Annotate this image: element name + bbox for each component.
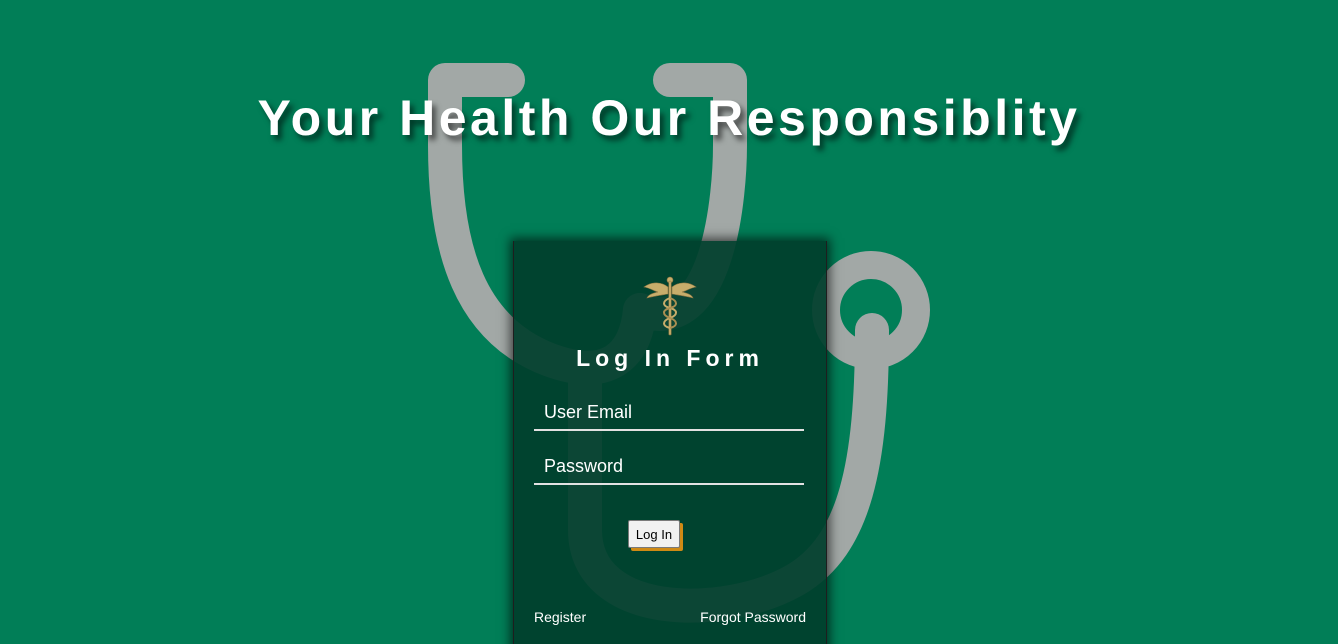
forgot-password-link[interactable]: Forgot Password [700, 609, 806, 625]
page-headline: Your Health Our Responsiblity [257, 90, 1081, 146]
password-input[interactable] [534, 449, 804, 485]
register-link[interactable]: Register [534, 609, 586, 625]
caduceus-icon [643, 276, 697, 336]
login-button[interactable]: Log In [628, 520, 680, 548]
form-title: Log In Form [576, 345, 764, 371]
login-form-card: Log In Form Log In Register Forgot Passw… [513, 241, 827, 644]
email-input[interactable] [534, 395, 804, 431]
